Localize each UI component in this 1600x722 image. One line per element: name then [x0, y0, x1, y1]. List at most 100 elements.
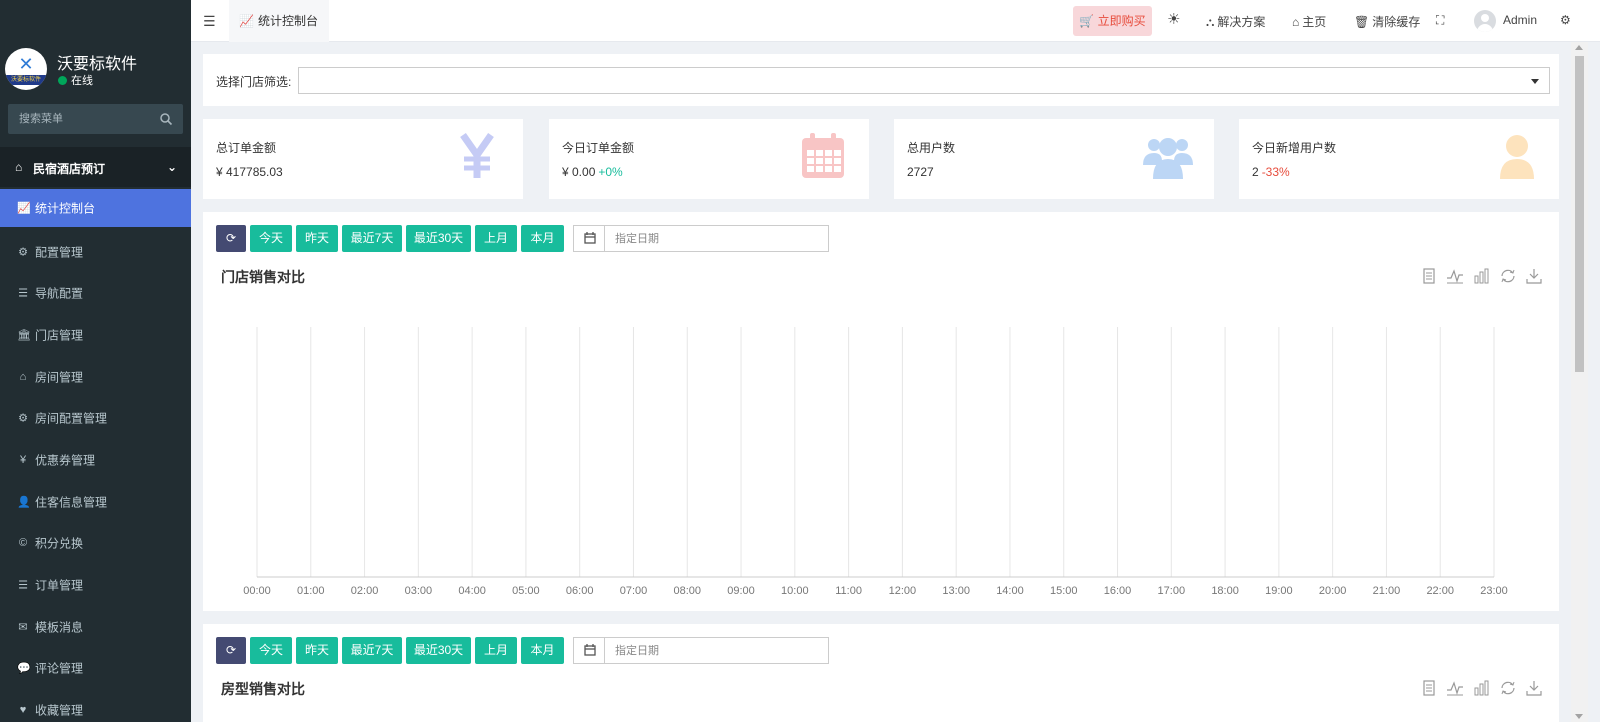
sidebar-item-templates[interactable]: ✉ 模板消息 [0, 606, 191, 648]
sidebar-item-label: 房间配置管理 [35, 411, 108, 426]
sidebar-menu: 📈 统计控制台 ⚙ 配置管理 ☰ 导航配置 🏛 门店管理 ⌂ 房间管理 ⚙ 房间配置管理 ¥… [0, 189, 191, 722]
logo-mark: ✕ [18, 54, 34, 74]
line-chart-switch-icon[interactable] [1446, 680, 1464, 696]
x-tick-label: 23:00 [1480, 585, 1508, 597]
range-today-button[interactable]: 今天 [250, 637, 292, 664]
hamburger-icon[interactable]: ☰ [203, 13, 216, 30]
sidebar-search-input[interactable] [8, 104, 158, 134]
bar-chart-switch-icon[interactable] [1472, 680, 1490, 696]
buy-now-button[interactable]: 🛒 立即购买 [1073, 6, 1152, 36]
stat-title: 总用户数 [907, 141, 956, 155]
home-icon: ⌂ [1292, 15, 1300, 29]
page-scrollbar[interactable] [1571, 42, 1588, 722]
clear-cache-link[interactable]: 🗑 清除缓存 [1354, 13, 1420, 30]
date-input[interactable] [605, 638, 827, 663]
avatar-head [1481, 14, 1489, 22]
range-30days-button[interactable]: 最近30天 [406, 225, 471, 252]
sidebar-item-label: 订单管理 [35, 578, 84, 593]
sidebar-item-config[interactable]: ⚙ 配置管理 [0, 231, 191, 273]
range-7days-button[interactable]: 最近7天 [342, 637, 402, 664]
sidebar-item-navigation[interactable]: ☰ 导航配置 [0, 272, 191, 314]
home-icon: ⌂ [19, 370, 27, 383]
search-icon[interactable] [159, 112, 173, 126]
data-view-icon[interactable] [1420, 268, 1438, 284]
user-icon: 👤 [17, 496, 31, 509]
sidebar-item-label: 积分兑换 [35, 536, 84, 551]
online-dot-icon [58, 76, 67, 85]
solutions-link[interactable]: ⛬ 解决方案 [1206, 13, 1265, 30]
yen-icon [460, 132, 494, 178]
range-this-month-button[interactable]: 本月 [521, 637, 564, 664]
download-icon[interactable] [1525, 680, 1543, 696]
online-status: 在线 [58, 72, 93, 88]
range-yesterday-button[interactable]: 昨天 [296, 637, 338, 664]
brand-name: 沃要标软件 [57, 56, 138, 73]
line-chart-icon: 📈 [239, 14, 254, 28]
bar-chart-switch-icon[interactable] [1472, 268, 1490, 284]
range-7days-button[interactable]: 最近7天 [342, 225, 402, 252]
brand-panel: ✕ 沃要标软件 沃要标软件 在线 [0, 44, 191, 94]
scroll-up-icon[interactable] [1575, 45, 1583, 50]
clear-cache-label: 清除缓存 [1372, 15, 1421, 29]
store-filter-select[interactable] [298, 67, 1550, 94]
data-view-icon[interactable] [1420, 680, 1438, 696]
gear-icon: ⚙ [18, 246, 28, 259]
scroll-thumb[interactable] [1575, 56, 1584, 372]
refresh-button[interactable]: ⟳ [216, 637, 246, 664]
sidebar-item-coupons[interactable]: ¥ 优惠券管理 [0, 439, 191, 481]
theme-toggle-icon[interactable]: ☀ [1167, 10, 1180, 28]
logo-text: 沃要标软件 [5, 75, 47, 85]
list-icon: ☰ [18, 579, 28, 592]
x-tick-label: 17:00 [1158, 585, 1186, 597]
comments-icon: 💬 [17, 662, 31, 675]
scroll-down-icon[interactable] [1575, 714, 1583, 719]
sidebar-item-stores[interactable]: 🏛 门店管理 [0, 314, 191, 356]
fullscreen-icon[interactable]: ⛶ [1436, 13, 1444, 28]
range-30days-button[interactable]: 最近30天 [406, 637, 471, 664]
home-label: 主页 [1302, 15, 1327, 29]
range-this-month-button[interactable]: 本月 [521, 225, 564, 252]
range-yesterday-button[interactable]: 昨天 [296, 225, 338, 252]
range-today-button[interactable]: 今天 [250, 225, 292, 252]
avatar[interactable] [1474, 10, 1496, 32]
tab-dashboard[interactable]: 📈 统计控制台 [229, 0, 329, 42]
menu-section-header[interactable]: ⌂ 民宿酒店预订 ⌄ [0, 147, 191, 187]
cart-icon: 🛒 [1079, 14, 1095, 28]
calendar-icon[interactable] [574, 226, 605, 251]
online-status-label: 在线 [71, 75, 93, 87]
restore-icon[interactable] [1499, 680, 1517, 696]
line-chart-switch-icon[interactable] [1446, 268, 1464, 284]
yen-icon: ¥ [19, 453, 27, 466]
x-tick-label: 11:00 [835, 585, 862, 597]
sidebar-item-comments[interactable]: 💬 评论管理 [0, 648, 191, 690]
calendar-icon[interactable] [574, 638, 605, 663]
refresh-icon: ⟳ [225, 231, 237, 245]
stat-change: -33% [1261, 165, 1290, 179]
stat-amount: ¥ 0.00 [562, 165, 596, 179]
settings-icon[interactable]: ⚙ [1560, 13, 1571, 27]
restore-icon[interactable] [1499, 268, 1517, 284]
sidebar-item-orders[interactable]: ☰ 订单管理 [0, 564, 191, 606]
user-name[interactable]: Admin [1503, 13, 1537, 27]
sidebar-item-points[interactable]: © 积分兑换 [0, 523, 191, 565]
x-tick-label: 10:00 [781, 585, 809, 597]
chart-toolbox [1415, 680, 1543, 699]
sidebar-item-dashboard[interactable]: 📈 统计控制台 [0, 189, 191, 227]
date-picker [573, 637, 829, 664]
sidebar-item-rooms[interactable]: ⌂ 房间管理 [0, 356, 191, 398]
sitemap-icon: ⛬ [1206, 15, 1215, 29]
sidebar-item-guests[interactable]: 👤 住客信息管理 [0, 481, 191, 523]
range-last-month-button[interactable]: 上月 [475, 225, 517, 252]
refresh-button[interactable]: ⟳ [216, 225, 246, 252]
sidebar-item-favorites[interactable]: ♥ 收藏管理 [0, 689, 191, 722]
range-last-month-button[interactable]: 上月 [475, 637, 517, 664]
user-icon [1500, 135, 1534, 179]
brand-logo: ✕ 沃要标软件 [5, 48, 47, 90]
home-link[interactable]: ⌂ 主页 [1292, 13, 1326, 30]
sidebar-item-label: 导航配置 [35, 286, 84, 301]
download-icon[interactable] [1525, 268, 1543, 284]
sidebar-item-room-config[interactable]: ⚙ 房间配置管理 [0, 397, 191, 439]
x-tick-label: 16:00 [1104, 585, 1132, 597]
store-filter-label: 选择门店筛选: [216, 75, 292, 89]
date-input[interactable] [605, 226, 827, 251]
